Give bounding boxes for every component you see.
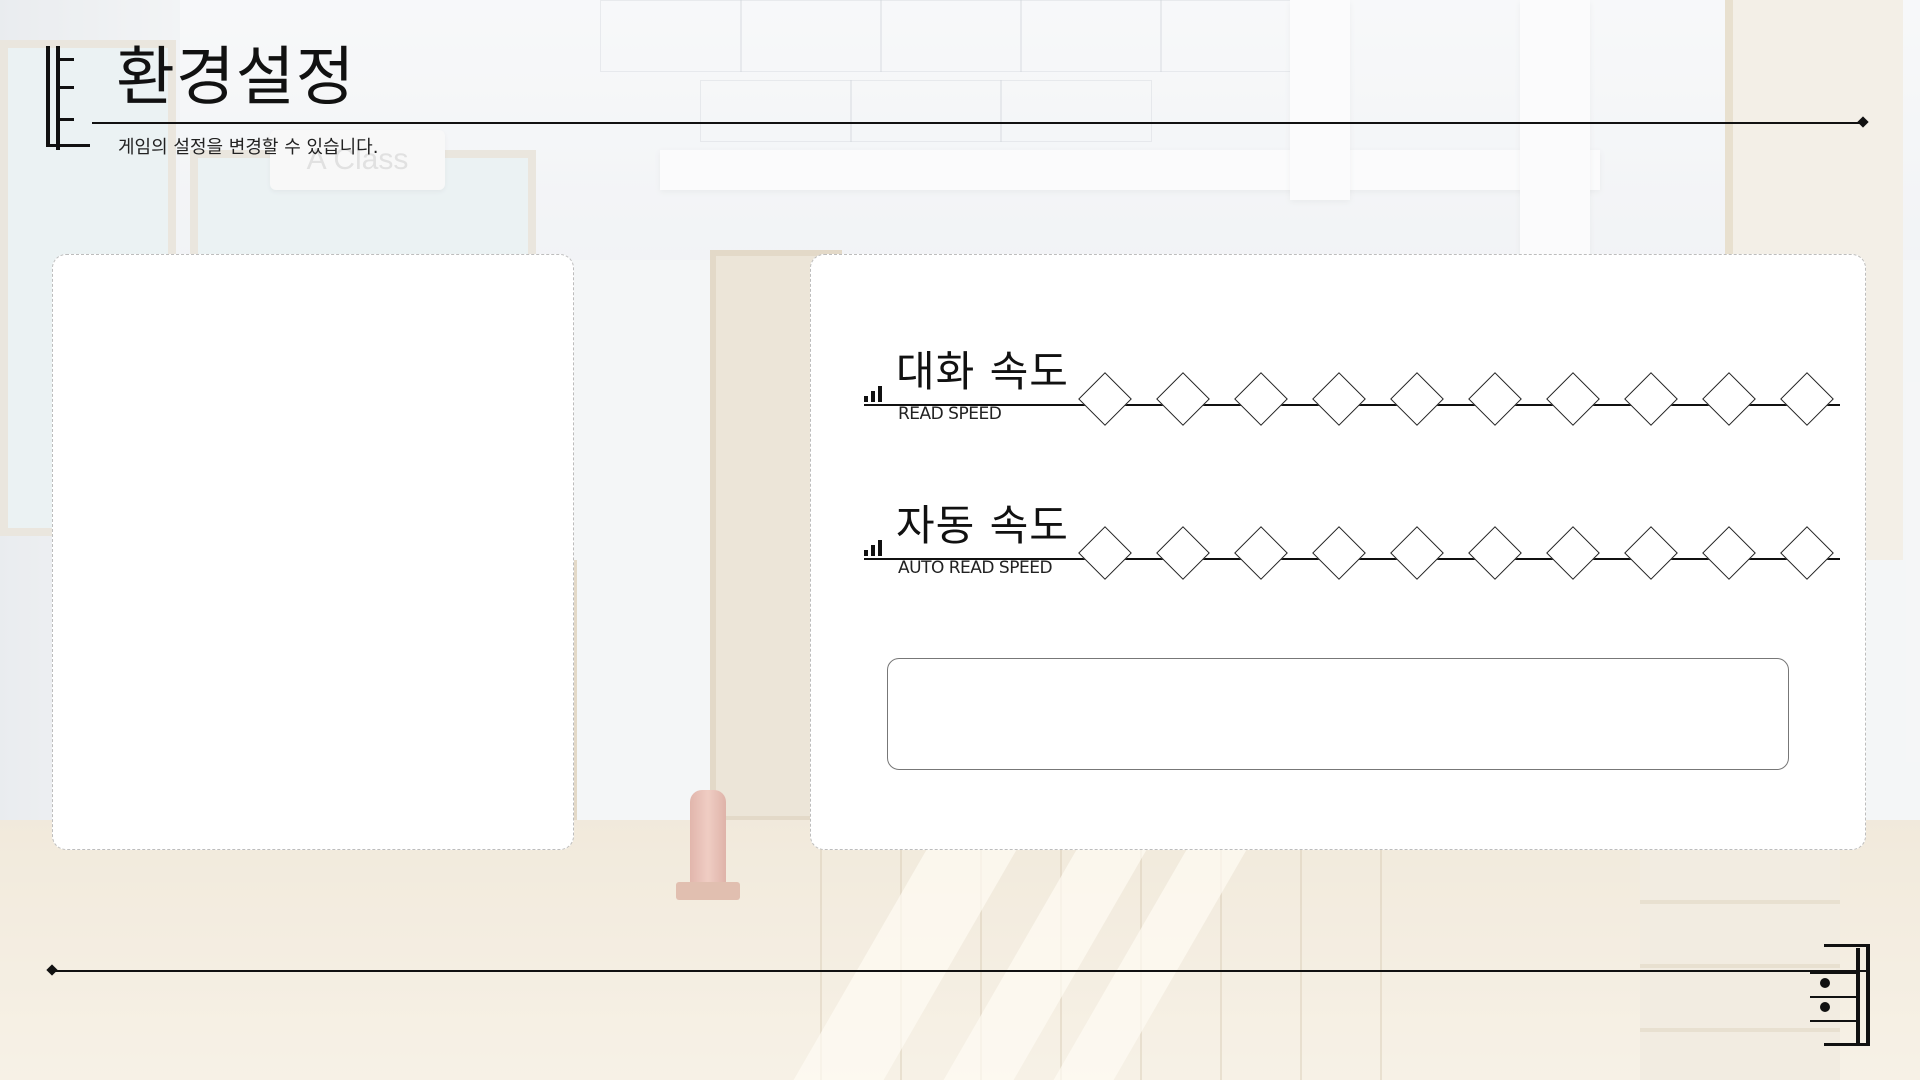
speed-step-1[interactable] [1078, 372, 1132, 426]
speed-step-9[interactable] [1702, 526, 1756, 580]
signal-icon [864, 380, 890, 402]
auto-read-speed-setting: 자동 속도 AUTO READ SPEED [864, 501, 1844, 586]
header-divider [92, 122, 1862, 124]
speed-step-3[interactable] [1234, 526, 1288, 580]
speed-step-4[interactable] [1312, 372, 1366, 426]
speed-step-8[interactable] [1624, 526, 1678, 580]
footer-divider [52, 970, 1868, 972]
speed-step-5[interactable] [1390, 372, 1444, 426]
speed-step-5[interactable] [1390, 526, 1444, 580]
auto-read-speed-sublabel: AUTO READ SPEED [898, 558, 1053, 578]
speed-step-4[interactable] [1312, 526, 1366, 580]
back-button[interactable] [1800, 944, 1872, 1048]
read-speed-sublabel: READ SPEED [898, 404, 1002, 424]
text-preview-box [887, 658, 1789, 770]
speed-step-6[interactable] [1468, 526, 1522, 580]
preview-panel [52, 254, 574, 850]
speed-step-10[interactable] [1780, 526, 1834, 580]
speed-step-7[interactable] [1546, 526, 1600, 580]
read-speed-label: 대화 속도 [896, 347, 1069, 396]
speed-step-7[interactable] [1546, 372, 1600, 426]
speed-step-8[interactable] [1624, 372, 1678, 426]
speed-step-9[interactable] [1702, 372, 1756, 426]
signal-icon [864, 534, 890, 556]
speed-step-2[interactable] [1156, 526, 1210, 580]
read-speed-setting: 대화 속도 READ SPEED [864, 347, 1844, 432]
page-title: 환경설정 [116, 41, 356, 115]
speed-step-10[interactable] [1780, 372, 1834, 426]
page-subtitle: 게임의 설정을 변경할 수 있습니다. [118, 137, 379, 158]
speed-step-2[interactable] [1156, 372, 1210, 426]
title-ornament [46, 46, 96, 150]
speed-step-6[interactable] [1468, 372, 1522, 426]
speed-step-1[interactable] [1078, 526, 1132, 580]
speed-step-3[interactable] [1234, 372, 1288, 426]
auto-read-speed-label: 자동 속도 [896, 501, 1069, 550]
